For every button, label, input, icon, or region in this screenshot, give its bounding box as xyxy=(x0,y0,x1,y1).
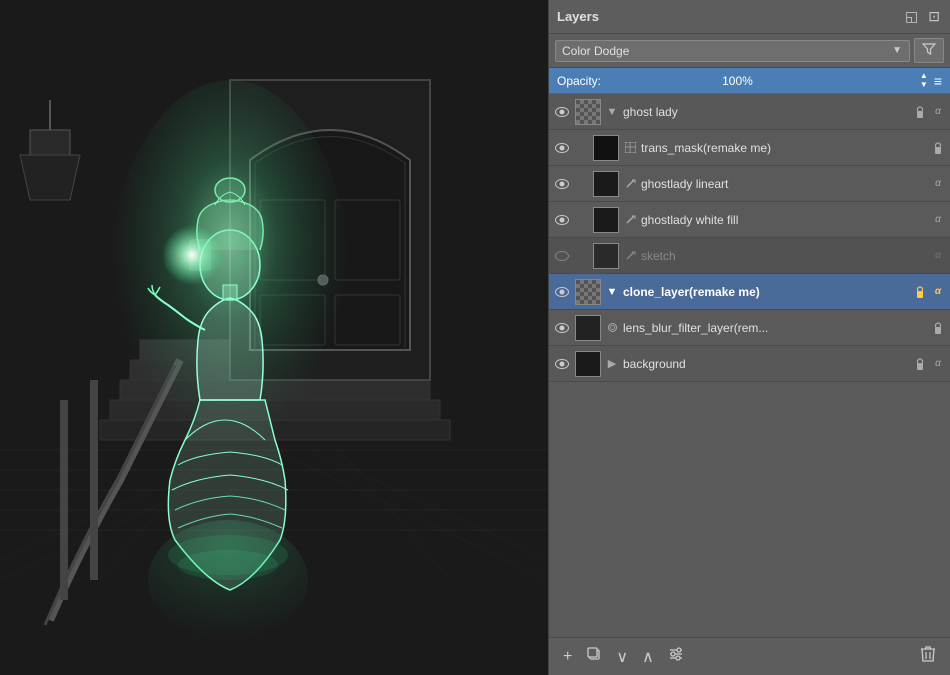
canvas-area xyxy=(0,0,548,675)
layer-name: background xyxy=(623,357,910,371)
layer-visibility-toggle[interactable] xyxy=(553,319,571,337)
layer-thumbnail xyxy=(575,351,601,377)
layer-name: ghostlady white fill xyxy=(641,213,928,227)
layer-type-icon xyxy=(623,214,637,225)
layer-alpha-icon: α xyxy=(930,285,946,299)
layer-filter-button[interactable] xyxy=(914,38,944,63)
layer-row[interactable]: sketch α xyxy=(549,238,950,274)
panel-collapse-button[interactable]: ◱ xyxy=(903,6,920,27)
group-expand-icon[interactable]: ▼ xyxy=(605,286,619,298)
blend-mode-row: Color Dodge Normal Multiply Screen Overl… xyxy=(549,34,950,68)
opacity-decrease-button[interactable]: ▼ xyxy=(920,81,928,89)
group-expand-icon[interactable]: ▶ xyxy=(605,357,619,370)
move-layer-down-button[interactable]: ∨ xyxy=(610,643,634,671)
layer-row[interactable]: lens_blur_filter_layer(rem... xyxy=(549,310,950,346)
layer-row[interactable]: trans_mask(remake me) xyxy=(549,130,950,166)
layer-lock-icon xyxy=(913,357,927,371)
opacity-spinners: ▲ ▼ xyxy=(920,72,928,89)
opacity-value: 100% xyxy=(722,74,753,88)
layer-type-icon xyxy=(605,322,619,333)
opacity-row: Opacity: 100% ▲ ▼ ≡ xyxy=(549,68,950,94)
opacity-label: Opacity: xyxy=(557,74,716,88)
layer-name: lens_blur_filter_layer(rem... xyxy=(623,321,928,335)
layer-type-icon xyxy=(623,178,637,189)
layer-alpha-icon: α xyxy=(930,357,946,371)
layer-thumbnail xyxy=(575,279,601,305)
layer-name: ghostlady lineart xyxy=(641,177,928,191)
bottom-left-buttons: + ∨ ∧ xyxy=(557,642,690,671)
layer-name: clone_layer(remake me) xyxy=(623,285,910,299)
opacity-increase-button[interactable]: ▲ xyxy=(920,72,928,80)
layer-thumbnail xyxy=(575,315,601,341)
panel-expand-button[interactable]: ⊡ xyxy=(926,6,942,27)
layer-visibility-toggle[interactable] xyxy=(553,139,571,157)
duplicate-layer-button[interactable] xyxy=(580,642,608,671)
layer-name: trans_mask(remake me) xyxy=(641,141,928,155)
layer-properties-button[interactable] xyxy=(662,642,690,671)
layer-visibility-toggle[interactable] xyxy=(553,283,571,301)
layer-thumbnail xyxy=(593,207,619,233)
layer-visibility-toggle[interactable] xyxy=(553,355,571,373)
layer-thumbnail xyxy=(593,135,619,161)
layer-type-icon xyxy=(623,250,637,261)
layer-thumbnail xyxy=(593,243,619,269)
layer-row[interactable]: ghostlady lineart α xyxy=(549,166,950,202)
delete-layer-button[interactable] xyxy=(914,641,942,672)
layer-row[interactable]: ▶ background α xyxy=(549,346,950,382)
opacity-menu-button[interactable]: ≡ xyxy=(934,73,942,89)
layer-visibility-toggle[interactable] xyxy=(553,175,571,193)
bottom-toolbar: + ∨ ∧ xyxy=(549,637,950,675)
layer-thumbnail xyxy=(593,171,619,197)
layer-lock-icon xyxy=(913,105,927,119)
layer-lock-icon xyxy=(913,285,927,299)
add-layer-button[interactable]: + xyxy=(557,644,578,670)
layer-row[interactable]: ▼ ghost lady α xyxy=(549,94,950,130)
layers-list: ▼ ghost lady α trans_mask(remake me) xyxy=(549,94,950,637)
layer-name: sketch xyxy=(641,249,928,263)
panel-icons: ◱ ⊡ xyxy=(903,6,942,27)
group-expand-icon[interactable]: ▼ xyxy=(605,106,619,118)
layer-alpha-icon: α xyxy=(930,177,946,191)
move-layer-up-button[interactable]: ∧ xyxy=(636,643,660,671)
layer-alpha-icon: α xyxy=(930,249,946,263)
layer-visibility-toggle[interactable] xyxy=(553,211,571,229)
layer-name: ghost lady xyxy=(623,105,910,119)
panel-header: Layers ◱ ⊡ xyxy=(549,0,950,34)
layer-visibility-toggle[interactable] xyxy=(553,247,571,265)
layer-row[interactable]: ▼ clone_layer(remake me) α xyxy=(549,274,950,310)
layers-panel: Layers ◱ ⊡ Color Dodge Normal Multiply S… xyxy=(548,0,950,675)
layer-alpha-icon: α xyxy=(930,105,946,119)
layer-type-icon xyxy=(623,142,637,153)
layer-alpha-icon: α xyxy=(930,213,946,227)
panel-title: Layers xyxy=(557,9,599,24)
layer-row[interactable]: ghostlady white fill α xyxy=(549,202,950,238)
blend-mode-select[interactable]: Color Dodge Normal Multiply Screen Overl… xyxy=(555,40,910,62)
layer-thumbnail xyxy=(575,99,601,125)
layer-lock-icon xyxy=(931,141,945,155)
layer-lock-icon xyxy=(931,321,945,335)
layer-visibility-toggle[interactable] xyxy=(553,103,571,121)
